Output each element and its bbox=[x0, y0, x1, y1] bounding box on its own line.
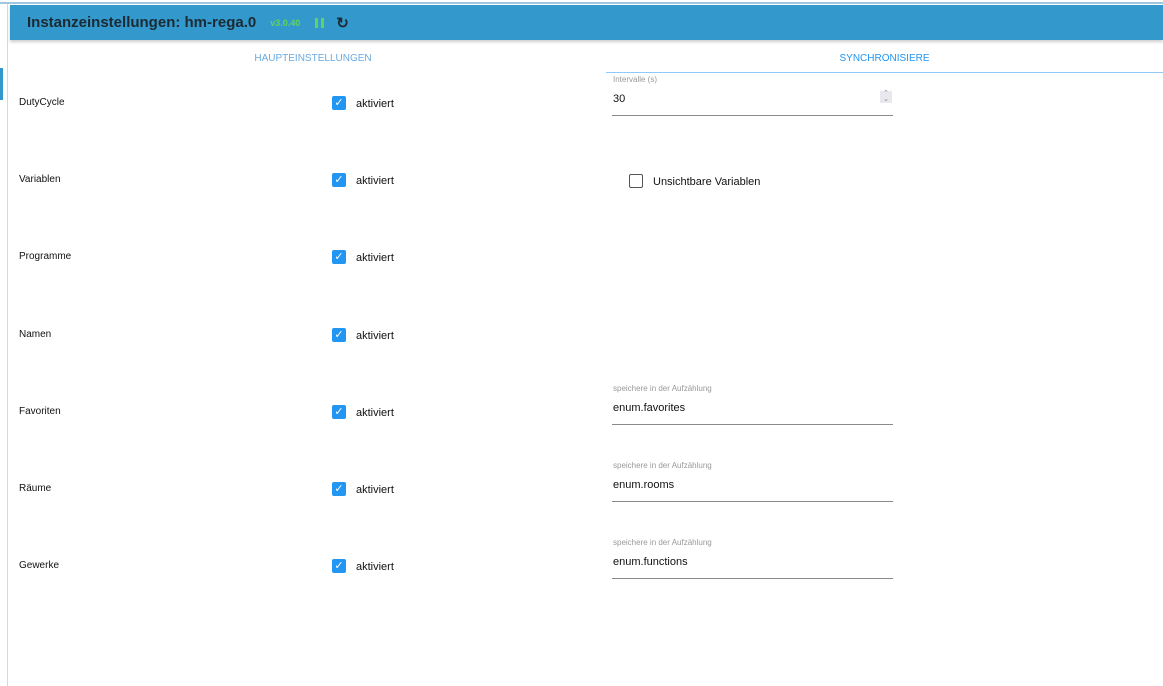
row-label: Programme bbox=[19, 251, 72, 263]
enum-value[interactable]: enum.functions bbox=[613, 556, 688, 568]
invisible-variables-label: Unsichtbare Variablen bbox=[653, 176, 761, 188]
enabled-checkbox[interactable]: ✓ bbox=[332, 404, 346, 419]
sidebar-active-marker bbox=[0, 68, 3, 100]
enabled-label: aktiviert bbox=[356, 406, 394, 419]
enabled-label: aktiviert bbox=[356, 561, 394, 574]
interval-label: Intervalle (s) bbox=[613, 75, 658, 84]
invisible-variables-checkbox[interactable] bbox=[629, 174, 643, 188]
enabled-checkbox[interactable]: ✓ bbox=[332, 559, 346, 574]
enabled-label: aktiviert bbox=[356, 484, 394, 496]
enum-label: speichere in der Aufzählung bbox=[613, 461, 712, 470]
tab-synchronisiere[interactable]: SYNCHRONISIERE bbox=[606, 44, 1163, 73]
enum-favorites-input[interactable]: speichere in der Aufzählung enum.favorit… bbox=[612, 384, 893, 425]
enum-label: speichere in der Aufzählung bbox=[613, 538, 712, 547]
enum-value[interactable]: enum.favorites bbox=[613, 402, 685, 414]
enabled-label: aktiviert bbox=[356, 252, 394, 265]
dialog-header: Instanzeinstellungen: hm-rega.0 v3.0.40 … bbox=[10, 5, 1163, 40]
interval-input[interactable]: Intervalle (s) 30 ⌃ ⌄ bbox=[612, 75, 893, 116]
row-label: DutyCycle bbox=[19, 97, 65, 108]
top-border bbox=[0, 2, 1163, 4]
enum-label: speichere in der Aufzählung bbox=[613, 384, 712, 393]
dialog-title: Instanzeinstellungen: hm-rega.0 bbox=[27, 14, 257, 31]
enabled-checkbox[interactable]: ✓ bbox=[332, 96, 346, 110]
enum-value[interactable]: enum.rooms bbox=[613, 479, 674, 491]
enabled-checkbox[interactable]: ✓ bbox=[332, 250, 346, 265]
enabled-checkbox[interactable]: ✓ bbox=[332, 482, 346, 496]
enum-functions-input[interactable]: speichere in der Aufzählung enum.functio… bbox=[612, 538, 893, 579]
left-sidebar-edge bbox=[0, 4, 8, 686]
tab-haupteinstellungen[interactable]: HAUPTEINSTELLUNGEN bbox=[10, 44, 616, 72]
pause-icon[interactable] bbox=[315, 17, 325, 28]
enabled-checkbox[interactable]: ✓ bbox=[332, 173, 346, 188]
enabled-label: aktiviert bbox=[356, 175, 394, 188]
spinner-icon[interactable]: ⌃ ⌄ bbox=[880, 90, 892, 103]
interval-value[interactable]: 30 bbox=[613, 93, 625, 105]
enabled-label: aktiviert bbox=[356, 98, 394, 110]
enabled-checkbox[interactable]: ✓ bbox=[332, 327, 346, 342]
reload-icon[interactable]: ↻ bbox=[336, 14, 349, 32]
row-label: Namen bbox=[19, 328, 52, 340]
row-label: Variablen bbox=[19, 174, 61, 186]
enabled-label: aktiviert bbox=[356, 329, 394, 342]
enum-rooms-input[interactable]: speichere in der Aufzählung enum.rooms bbox=[612, 461, 893, 502]
row-label: Gewerke bbox=[19, 560, 60, 572]
row-label: Räume bbox=[19, 483, 52, 494]
version-label: v3.0.40 bbox=[270, 17, 301, 28]
row-label: Favoriten bbox=[19, 405, 61, 417]
